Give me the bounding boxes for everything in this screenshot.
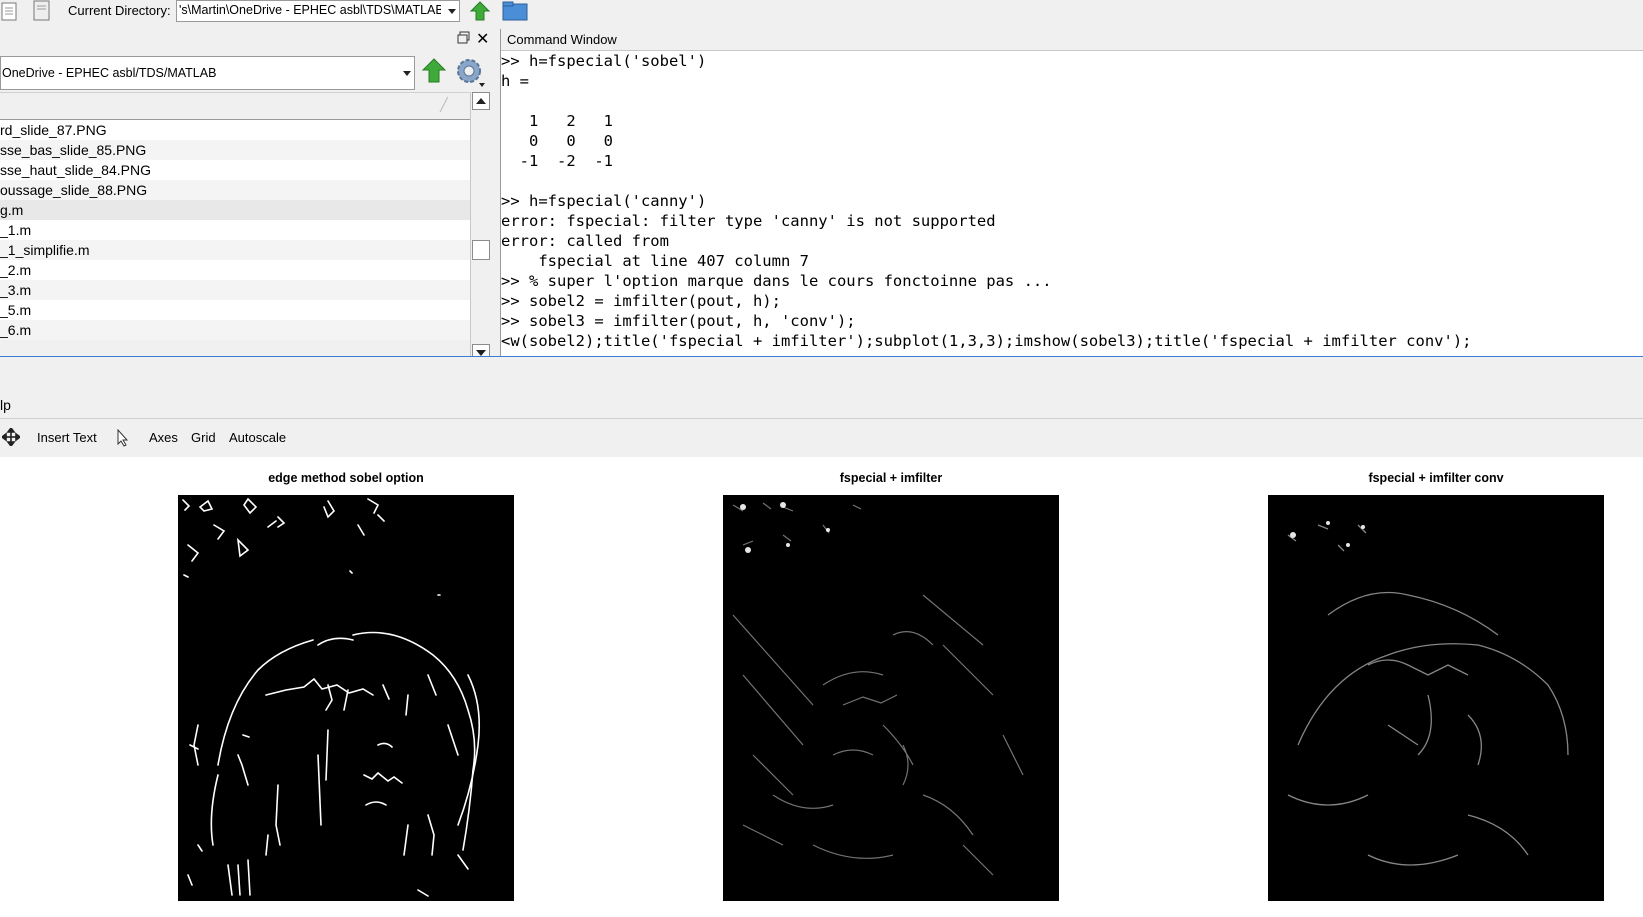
file-item[interactable]: rd_slide_87.PNG: [0, 120, 470, 140]
file-item[interactable]: _1_simplifie.m: [0, 240, 470, 260]
command-line: 1 2 1: [501, 112, 613, 130]
command-window-output[interactable]: >> h=fspecial('sobel') h = 1 2 1 0 0 0 -…: [501, 51, 1643, 356]
subplot-title: fspecial + imfilter: [839, 471, 943, 485]
file-item[interactable]: sse_haut_slide_84.PNG: [0, 160, 470, 180]
close-icon[interactable]: ✕: [476, 29, 489, 49]
cursor-select-icon[interactable]: [117, 428, 129, 450]
fspecial-imfilter-conv-image: [1268, 495, 1604, 901]
command-line: 0 0 0: [501, 132, 613, 150]
gear-icon[interactable]: [454, 56, 486, 91]
command-line: error: fspecial: filter type 'canny' is …: [501, 212, 996, 230]
figure-menu-bar: lp: [0, 394, 1643, 416]
command-line: h =: [501, 72, 529, 90]
window-separator: [0, 356, 1643, 395]
file-item[interactable]: _2.m: [0, 260, 470, 280]
file-item[interactable]: _6.m: [0, 320, 470, 340]
insert-text-button[interactable]: Insert Text: [37, 430, 97, 445]
subplot-title: edge method sobel option: [268, 471, 424, 485]
file-item[interactable]: _3.m: [0, 280, 470, 300]
autoscale-button[interactable]: Autoscale: [229, 430, 286, 445]
current-directory-input[interactable]: 's\Martin\OneDrive - EPHEC asbl\TDS\MATL…: [176, 0, 460, 22]
command-line: fspecial at line 407 column 7: [501, 252, 809, 270]
file-browser-pane: ✕ OneDrive - EPHEC asbl/TDS/MATLAB ╱ rd_…: [0, 29, 495, 369]
edge-sobel-image: [178, 495, 514, 901]
command-line: >> % super l'option marque dans le cours…: [501, 272, 1052, 290]
scrollbar-thumb[interactable]: [472, 240, 490, 260]
command-window: Command Window >> h=fspecial('sobel') h …: [500, 29, 1643, 356]
command-window-title: Command Window: [501, 29, 1643, 51]
new-file-icon[interactable]: [0, 0, 22, 22]
browse-folder-icon[interactable]: [502, 0, 528, 22]
file-item[interactable]: oussage_slide_88.PNG: [0, 180, 470, 200]
sort-icon: ╱: [440, 97, 448, 112]
main-toolbar: Current Directory: 's\Martin\OneDrive - …: [0, 0, 1643, 24]
fspecial-imfilter-image: [723, 495, 1059, 901]
scroll-up-button[interactable]: [472, 92, 490, 110]
subplot-title: fspecial + imfilter conv: [1368, 471, 1504, 485]
browser-path-input[interactable]: OneDrive - EPHEC asbl/TDS/MATLAB: [0, 56, 415, 90]
undock-icon[interactable]: [457, 31, 470, 47]
file-list: rd_slide_87.PNG sse_bas_slide_85.PNG sse…: [0, 120, 470, 352]
command-line: >> sobel3 = imfilter(pout, h, 'conv');: [501, 312, 856, 330]
file-item[interactable]: _1.m: [0, 220, 470, 240]
open-file-icon[interactable]: [30, 0, 52, 22]
chevron-down-icon[interactable]: [448, 9, 456, 14]
file-list-scrollbar[interactable]: [470, 92, 491, 369]
command-line: -1 -2 -1: [501, 152, 613, 170]
chevron-down-icon[interactable]: [403, 71, 411, 76]
browser-path-value: OneDrive - EPHEC asbl/TDS/MATLAB: [2, 66, 217, 80]
axes-button[interactable]: Axes: [149, 430, 178, 445]
file-item[interactable]: sse_bas_slide_85.PNG: [0, 140, 470, 160]
command-line: >> h=fspecial('canny'): [501, 192, 707, 210]
grid-button[interactable]: Grid: [191, 430, 216, 445]
pan-icon[interactable]: [0, 426, 22, 449]
file-item[interactable]: g.m: [0, 200, 470, 220]
command-line: >> sobel2 = imfilter(pout, h);: [501, 292, 781, 310]
command-line: >> h=fspecial('sobel'): [501, 52, 707, 70]
file-list-header[interactable]: ╱: [0, 92, 470, 120]
command-line: error: called from: [501, 232, 669, 250]
up-directory-icon[interactable]: [421, 56, 447, 89]
up-directory-icon[interactable]: [469, 0, 491, 22]
figure-canvas: edge method sobel option fspecial + imfi…: [0, 457, 1643, 917]
command-line: <w(sobel2);title('fspecial + imfilter');…: [501, 332, 1472, 350]
current-directory-value: 's\Martin\OneDrive - EPHEC asbl\TDS\MATL…: [179, 3, 441, 17]
file-item[interactable]: _5.m: [0, 300, 470, 320]
help-menu-fragment[interactable]: lp: [0, 397, 11, 413]
current-directory-label: Current Directory:: [68, 3, 171, 18]
figure-toolbar: Insert Text Axes Grid Autoscale: [0, 418, 1643, 458]
